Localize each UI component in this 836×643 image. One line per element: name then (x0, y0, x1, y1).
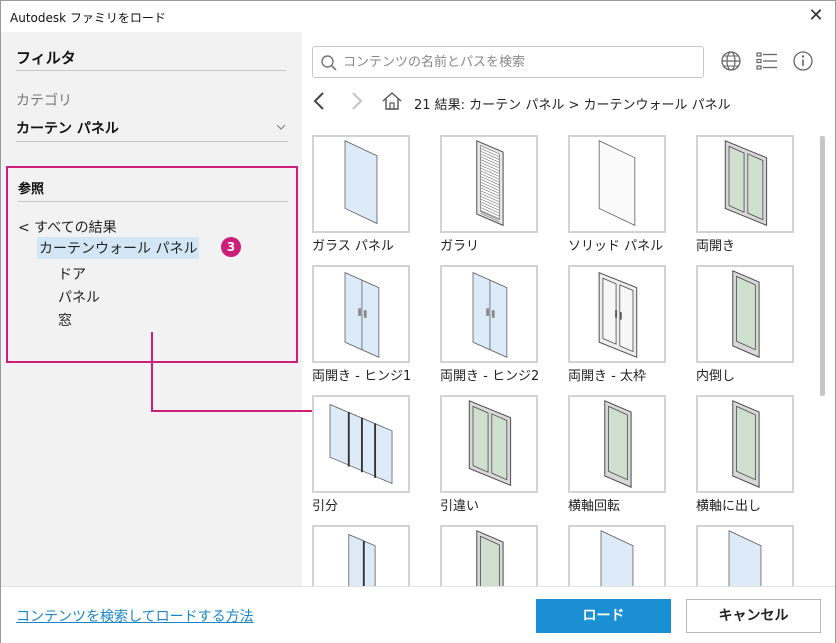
family-label: ソリッド パネル (568, 239, 664, 254)
family-label: 両開き - 太枠 (568, 369, 646, 384)
family-tile[interactable] (562, 517, 690, 586)
family-thumbnail (568, 135, 666, 233)
family-preview-icon (468, 400, 512, 487)
family-label: 横軸に出し (696, 499, 762, 514)
family-tile[interactable]: 両開き - 太枠 (562, 257, 690, 384)
callout-line (151, 410, 321, 412)
family-label: 引分 (312, 499, 339, 514)
chevron-down-icon (276, 124, 286, 130)
family-tile[interactable]: 横軸に出し (690, 387, 816, 514)
load-family-dialog: Autodesk ファミリをロード ✕ フィルタ カテゴリ カーテン パネル 参… (0, 0, 836, 643)
family-preview-icon (724, 140, 768, 227)
family-thumbnail (312, 395, 410, 493)
family-tile[interactable]: 引違い (434, 387, 562, 514)
window-title: Autodesk ファミリをロード (10, 11, 166, 25)
scrollbar[interactable] (816, 126, 830, 586)
help-link[interactable]: コンテンツを検索してロードする方法 (16, 606, 254, 626)
family-label: ガラリ (440, 239, 480, 254)
family-label: 両開き (696, 239, 736, 254)
dialog-footer: コンテンツを検索してロードする方法 ロード キャンセル (1, 586, 835, 643)
step-badge: 3 (221, 237, 241, 257)
tree-item-all-results[interactable]: < すべての結果 (18, 217, 117, 237)
family-label: 内倒し (696, 369, 736, 384)
family-tile[interactable]: ガラリ (434, 127, 562, 254)
family-preview-icon (348, 533, 376, 586)
filter-sidebar: フィルタ カテゴリ カーテン パネル 参照 < すべての結果 カーテンウォール … (1, 32, 302, 586)
family-thumbnail (440, 265, 538, 363)
family-tile[interactable]: 横軸回転 (562, 387, 690, 514)
family-tile[interactable]: ソリッド パネル (562, 127, 690, 254)
content-grid: ガラス パネル ガラリ ソリッド パネル 両開き 両開き - ヒンジ1 両開き -… (306, 126, 816, 586)
breadcrumb: 21 結果: カーテン パネル > カーテンウォール パネル (414, 98, 731, 113)
family-preview-icon (732, 400, 760, 488)
list-view-icon[interactable] (755, 49, 779, 73)
category-value: カーテン パネル (16, 121, 119, 137)
filter-title: フィルタ (16, 49, 76, 67)
tree-item-panel[interactable]: パネル (58, 287, 100, 307)
cancel-button[interactable]: キャンセル (686, 599, 821, 633)
family-tile[interactable]: 両開き - ヒンジ1 (306, 257, 434, 384)
family-label: 引違い (440, 499, 480, 514)
back-arrow-icon[interactable] (309, 90, 331, 112)
forward-arrow-icon[interactable] (345, 90, 367, 112)
family-thumbnail (696, 395, 794, 493)
family-preview-icon (476, 530, 504, 586)
family-preview-icon (344, 272, 380, 358)
family-thumbnail (696, 265, 794, 363)
search-icon (321, 55, 337, 71)
family-label: ガラス パネル (312, 239, 394, 254)
family-preview-icon (600, 530, 634, 586)
family-tile[interactable]: 両開き - ヒンジ2 (434, 257, 562, 384)
family-thumbnail (696, 135, 794, 233)
family-tile[interactable]: ガラス パネル (306, 127, 434, 254)
search-input[interactable] (343, 50, 695, 74)
family-preview-icon (472, 272, 508, 358)
family-preview-icon (329, 403, 393, 485)
load-button[interactable]: ロード (536, 599, 671, 633)
family-preview-icon (732, 270, 760, 358)
family-preview-icon (604, 400, 632, 488)
family-thumbnail (568, 265, 666, 363)
reference-title: 参照 (18, 182, 45, 197)
family-thumbnail (568, 395, 666, 493)
close-icon[interactable]: ✕ (805, 5, 827, 27)
family-thumbnail (312, 265, 410, 363)
globe-icon[interactable] (719, 49, 743, 73)
family-preview-icon (598, 140, 636, 226)
family-preview-icon (344, 140, 378, 225)
home-icon[interactable] (381, 90, 403, 112)
family-thumbnail (440, 525, 538, 586)
family-tile[interactable] (306, 517, 434, 586)
divider (18, 201, 288, 202)
family-preview-icon (598, 271, 638, 358)
family-preview-icon (728, 530, 762, 586)
family-label: 両開き - ヒンジ1 (312, 369, 412, 384)
tree-item-door[interactable]: ドア (58, 264, 86, 284)
family-thumbnail (696, 525, 794, 586)
title-bar: Autodesk ファミリをロード ✕ (1, 1, 835, 31)
family-thumbnail (312, 135, 410, 233)
tree-item-window[interactable]: 窓 (58, 310, 72, 330)
family-label: 横軸回転 (568, 499, 621, 514)
scrollbar-thumb[interactable] (820, 136, 825, 396)
category-dropdown[interactable]: カーテン パネル (16, 116, 288, 142)
family-tile[interactable] (690, 517, 816, 586)
family-tile[interactable]: 両開き (690, 127, 816, 254)
family-tile[interactable]: 内倒し (690, 257, 816, 384)
divider (16, 70, 286, 71)
family-thumbnail (312, 525, 410, 586)
callout-line (151, 332, 153, 412)
family-label: 両開き - ヒンジ2 (440, 369, 540, 384)
family-tile[interactable]: 引分 (306, 387, 434, 514)
category-label: カテゴリ (16, 93, 72, 109)
search-box (312, 46, 704, 78)
family-preview-icon (476, 140, 504, 227)
family-thumbnail (440, 135, 538, 233)
info-icon[interactable] (791, 49, 815, 73)
family-thumbnail (568, 525, 666, 586)
tree-item-curtain-wall-panel[interactable]: カーテンウォール パネル (37, 237, 200, 259)
family-tile[interactable] (434, 517, 562, 586)
family-thumbnail (440, 395, 538, 493)
